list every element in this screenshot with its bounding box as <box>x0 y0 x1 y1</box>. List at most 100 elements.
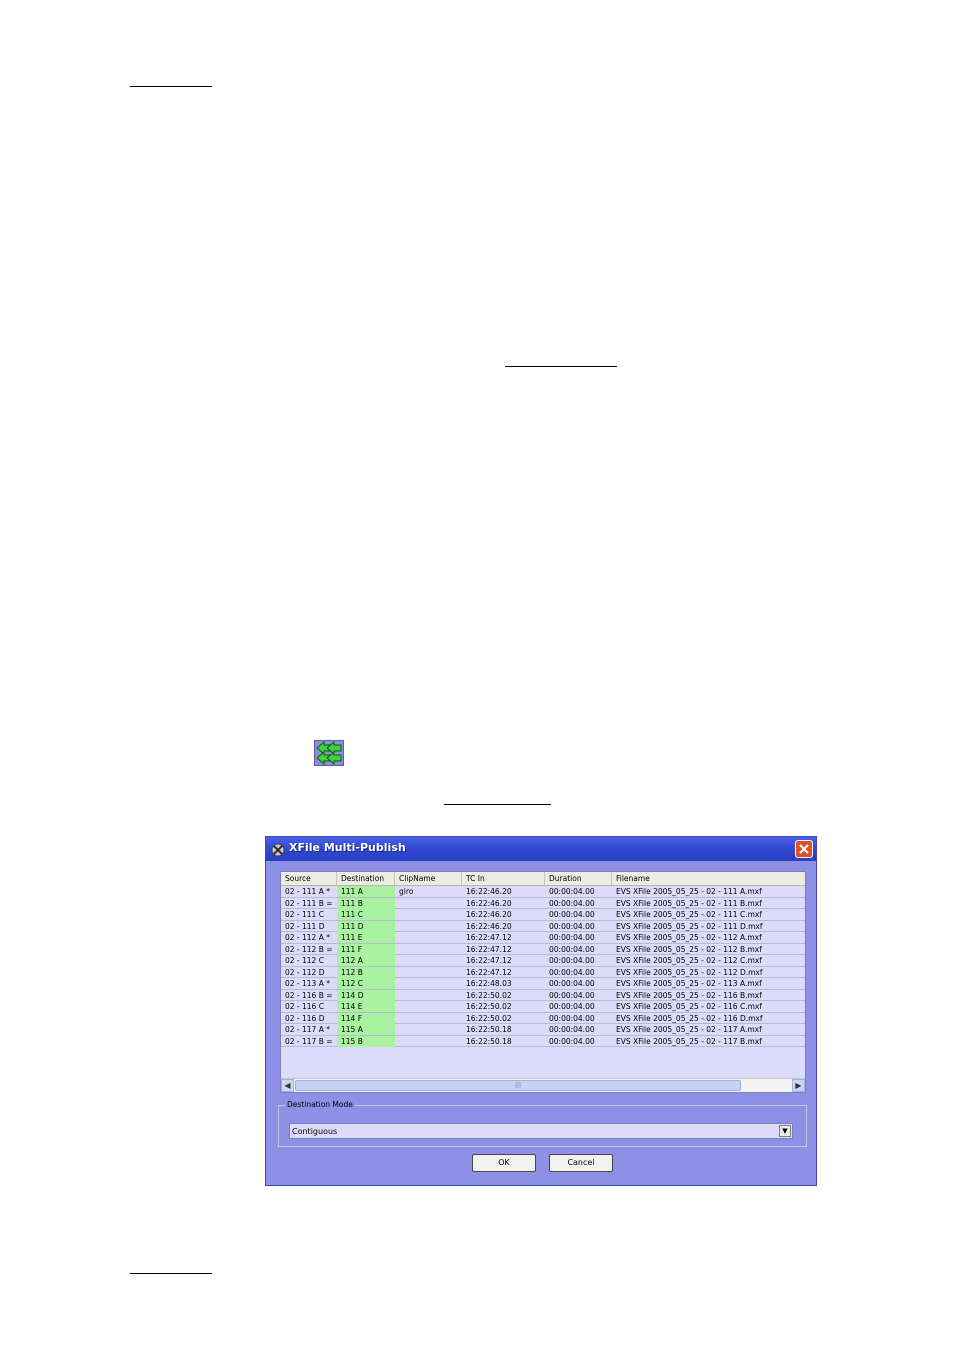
filename-cell: EVS XFile 2005_05_25 - 02 - 112 B.mxf <box>616 944 762 954</box>
tc-in-cell: 16:22:50.02 <box>466 1002 512 1011</box>
multi-publish-dialog: XFile Multi-Publish Source Destination C… <box>265 836 817 1186</box>
table-row[interactable]: 02 - 113 A * 112 C 16:22:48.03 00:00:04.00 E… <box>281 978 805 990</box>
source-cell: 02 - 117 A * <box>285 1025 330 1034</box>
column-header-source[interactable]: Source <box>281 872 337 885</box>
clipname-cell <box>395 1013 462 1024</box>
duration-cell: 00:00:04.00 <box>549 1036 595 1046</box>
tc-in-cell: 16:22:46.20 <box>466 887 512 896</box>
clipname-cell <box>395 898 462 909</box>
destination-cell: 111 E <box>337 932 395 943</box>
destination-cell: 112 B <box>337 966 395 978</box>
destination-mode-value: Contiguous <box>292 1127 338 1136</box>
tc-in-cell: 16:22:46.20 <box>466 898 512 908</box>
filename-cell: EVS XFile 2005_05_25 - 02 - 112 A.mxf <box>616 933 762 942</box>
destination-mode-label: Destination Mode <box>285 1100 355 1109</box>
duration-cell: 00:00:04.00 <box>549 887 595 896</box>
scroll-right-button[interactable]: ▶ <box>792 1079 805 1092</box>
duration-cell: 00:00:04.00 <box>549 1002 595 1011</box>
destination-mode-group: Destination Mode Contiguous ▼ <box>278 1100 807 1147</box>
tc-in-cell: 16:22:47.12 <box>466 933 512 942</box>
table-row[interactable]: 02 - 111 D 111 D 16:22:46.20 00:00:04.00 EVS… <box>281 920 805 932</box>
horizontal-scrollbar[interactable]: ◀ ||| ▶ <box>281 1078 805 1092</box>
filename-cell: EVS XFile 2005_05_25 - 02 - 116 D.mxf <box>616 1013 763 1023</box>
destination-cell: 111 C <box>337 909 395 920</box>
source-cell: 02 - 113 A * <box>285 979 330 988</box>
ok-button[interactable]: OK <box>472 1154 536 1172</box>
dialog-titlebar[interactable]: XFile Multi-Publish <box>266 837 816 861</box>
column-header-filename[interactable]: Filename <box>612 872 805 885</box>
underline-rule <box>505 366 617 367</box>
list-rows: 02 - 111 A * 111 A giro 16:22:46.20 00:00:04… <box>281 886 805 1047</box>
tc-in-cell: 16:22:47.12 <box>466 967 512 977</box>
table-row[interactable]: 02 - 111 B = 111 B 16:22:46.20 00:00:04.00 E… <box>281 897 805 909</box>
clipname-cell <box>395 1001 462 1012</box>
table-row[interactable]: 02 - 111 A * 111 A giro 16:22:46.20 00:00:04… <box>281 886 805 898</box>
duration-cell: 00:00:04.00 <box>549 990 595 1000</box>
duration-cell: 00:00:04.00 <box>549 1025 595 1034</box>
duration-cell: 00:00:04.00 <box>549 933 595 942</box>
source-cell: 02 - 111 D <box>285 921 325 931</box>
table-row[interactable]: 02 - 116 D 114 F 16:22:50.02 00:00:04.00 EVS… <box>281 1012 805 1024</box>
table-row[interactable]: 02 - 116 C 114 E 16:22:50.02 00:00:04.00 EVS… <box>281 1001 805 1013</box>
filename-cell: EVS XFile 2005_05_25 - 02 - 111 D.mxf <box>616 921 763 931</box>
tc-in-cell: 16:22:47.12 <box>466 944 512 954</box>
table-row[interactable]: 02 - 112 A * 111 E 16:22:47.12 00:00:04.00 E… <box>281 932 805 944</box>
clipname-cell <box>395 944 462 955</box>
scroll-left-button[interactable]: ◀ <box>281 1079 294 1092</box>
xfile-app-icon <box>271 842 285 857</box>
filename-cell: EVS XFile 2005_05_25 - 02 - 111 B.mxf <box>616 898 762 908</box>
clipname-cell <box>395 921 462 932</box>
column-headers: Source Destination ClipName TC In Durati… <box>281 872 805 886</box>
column-header-destination[interactable]: Destination <box>337 872 395 885</box>
multi-publish-arrows-icon[interactable] <box>314 740 344 766</box>
clipname-cell: giro <box>399 887 414 896</box>
table-row[interactable]: 02 - 117 B = 115 B 16:22:50.18 00:00:04.00 E… <box>281 1035 805 1047</box>
filename-cell: EVS XFile 2005_05_25 - 02 - 111 C.mxf <box>616 910 762 919</box>
cancel-button[interactable]: Cancel <box>549 1154 613 1172</box>
tc-in-cell: 16:22:50.18 <box>466 1025 512 1034</box>
source-cell: 02 - 112 B = <box>285 944 333 954</box>
table-row[interactable]: 02 - 112 C 112 A 16:22:47.12 00:00:04.00 EVS… <box>281 955 805 967</box>
clipname-cell <box>395 1024 462 1035</box>
column-header-clipname[interactable]: ClipName <box>395 872 462 885</box>
destination-mode-select[interactable]: Contiguous ▼ <box>289 1123 793 1139</box>
source-cell: 02 - 117 B = <box>285 1036 333 1046</box>
filename-cell: EVS XFile 2005_05_25 - 02 - 112 D.mxf <box>616 967 763 977</box>
destination-cell: 111 F <box>337 943 395 955</box>
table-row[interactable]: 02 - 112 B = 111 F 16:22:47.12 00:00:04.00 E… <box>281 943 805 955</box>
scroll-thumb[interactable]: ||| <box>295 1080 741 1091</box>
filename-cell: EVS XFile 2005_05_25 - 02 - 116 C.mxf <box>616 1002 762 1011</box>
footer-rule <box>130 1273 212 1274</box>
publish-list[interactable]: Source Destination ClipName TC In Durati… <box>280 871 806 1093</box>
destination-cell: 115 A <box>337 1024 395 1035</box>
clipname-cell <box>395 909 462 920</box>
destination-cell: 115 B <box>337 1035 395 1047</box>
clipname-cell <box>395 932 462 943</box>
source-cell: 02 - 116 D <box>285 1013 325 1023</box>
source-cell: 02 - 112 A * <box>285 933 330 942</box>
destination-cell: 112 A <box>337 955 395 966</box>
column-header-tc-in[interactable]: TC In <box>462 872 545 885</box>
source-cell: 02 - 111 A * <box>285 887 330 896</box>
table-row[interactable]: 02 - 117 A * 115 A 16:22:50.18 00:00:04.00 E… <box>281 1024 805 1036</box>
table-row[interactable]: 02 - 111 C 111 C 16:22:46.20 00:00:04.00 EVS… <box>281 909 805 921</box>
table-row[interactable]: 02 - 116 B = 114 D 16:22:50.02 00:00:04.00 E… <box>281 989 805 1001</box>
clipname-cell <box>395 978 462 989</box>
table-row[interactable]: 02 - 112 D 112 B 16:22:47.12 00:00:04.00 EVS… <box>281 966 805 978</box>
filename-cell: EVS XFile 2005_05_25 - 02 - 111 A.mxf <box>616 887 762 896</box>
tc-in-cell: 16:22:50.02 <box>466 990 512 1000</box>
column-header-duration[interactable]: Duration <box>545 872 612 885</box>
source-cell: 02 - 112 D <box>285 967 325 977</box>
duration-cell: 00:00:04.00 <box>549 1013 595 1023</box>
filename-cell: EVS XFile 2005_05_25 - 02 - 112 C.mxf <box>616 956 762 965</box>
duration-cell: 00:00:04.00 <box>549 944 595 954</box>
close-button[interactable] <box>795 840 813 858</box>
destination-cell: 111 A <box>337 886 395 897</box>
destination-cell: 114 E <box>337 1001 395 1012</box>
source-cell: 02 - 111 C <box>285 910 324 919</box>
duration-cell: 00:00:04.00 <box>549 898 595 908</box>
duration-cell: 00:00:04.00 <box>549 967 595 977</box>
chevron-down-icon[interactable]: ▼ <box>779 1125 791 1137</box>
tc-in-cell: 16:22:48.03 <box>466 979 512 988</box>
clipname-cell <box>395 1036 462 1047</box>
